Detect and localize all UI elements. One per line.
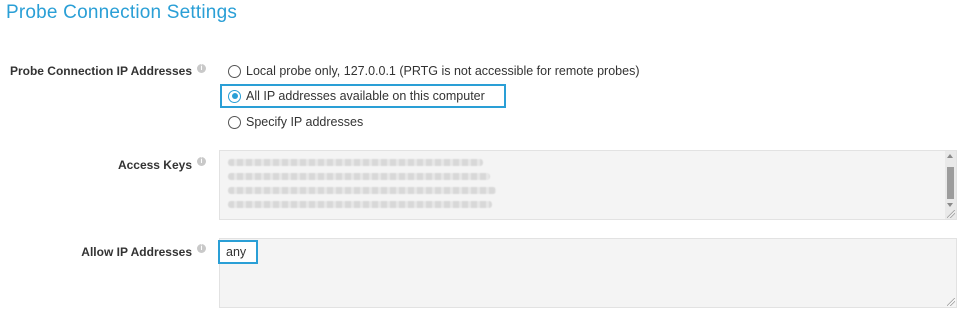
radio-button-checked[interactable] (228, 89, 241, 103)
access-keys-label: Access Keys (117, 158, 192, 172)
section-title: Probe Connection Settings (6, 2, 238, 23)
redacted-key-line (228, 159, 483, 166)
info-icon[interactable]: i (197, 64, 206, 73)
scroll-thumb[interactable] (947, 167, 954, 199)
radio-label: All IP addresses available on this compu… (246, 89, 485, 103)
access-keys-textarea[interactable] (219, 150, 957, 220)
radio-all-ip-addresses[interactable]: All IP addresses available on this compu… (228, 86, 485, 106)
resize-grip-icon[interactable] (947, 298, 955, 306)
redacted-key-line (228, 187, 496, 194)
allow-ip-textarea[interactable] (219, 238, 957, 308)
radio-label: Specify IP addresses (246, 115, 364, 129)
info-icon[interactable]: i (197, 244, 206, 253)
resize-grip-icon[interactable] (947, 210, 955, 218)
radio-button[interactable] (228, 115, 241, 129)
radio-local-probe[interactable]: Local probe only, 127.0.0.1 (PRTG is not… (228, 61, 640, 81)
radio-button[interactable] (228, 64, 241, 78)
allow-ip-label: Allow IP Addresses (81, 245, 192, 259)
radio-specify-ip[interactable]: Specify IP addresses (228, 112, 363, 132)
probe-connection-label: Probe Connection IP Addresses (9, 64, 192, 78)
allow-ip-value[interactable]: any (218, 240, 258, 264)
info-icon[interactable]: i (197, 157, 206, 166)
radio-label: Local probe only, 127.0.0.1 (PRTG is not… (246, 64, 640, 78)
redacted-key-line (228, 201, 492, 208)
scroll-up-icon[interactable] (947, 154, 953, 158)
scroll-down-icon[interactable] (947, 203, 953, 207)
redacted-key-line (228, 173, 490, 180)
scrollbar[interactable] (945, 151, 956, 219)
